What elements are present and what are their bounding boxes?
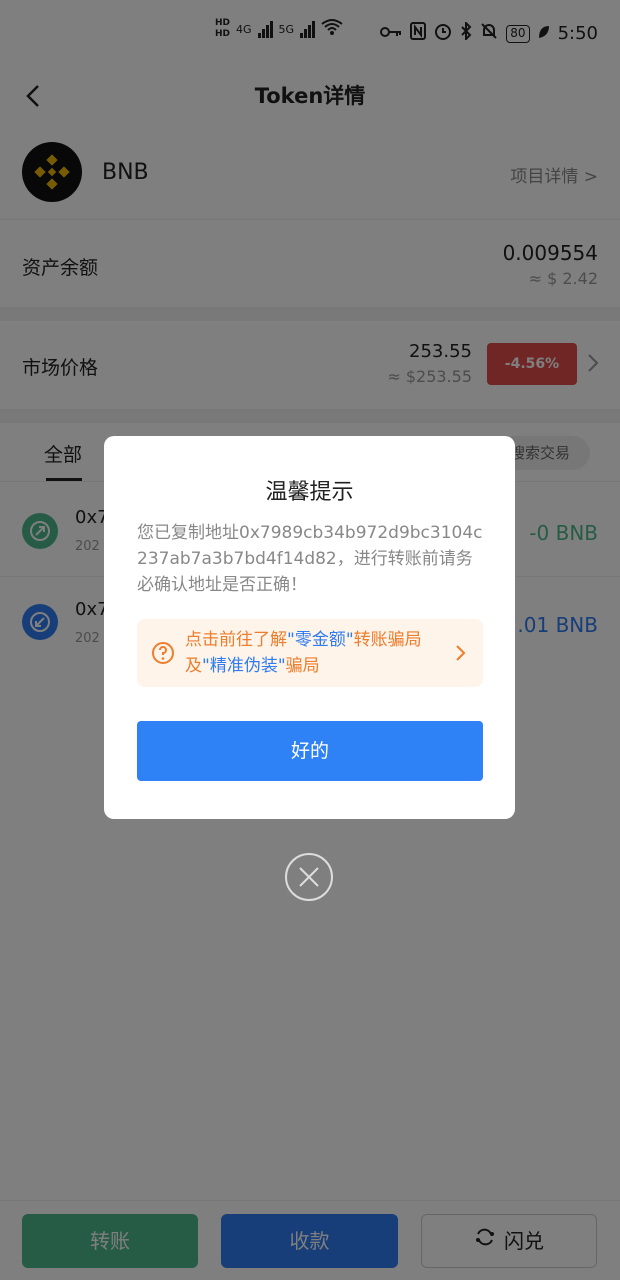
scam-info-text: 点击前往了解"零金额"转账骗局及"精准伪装"骗局: [185, 630, 422, 676]
dialog-message: 您已复制地址0x7989cb34b972d9bc3104c237ab7a3b7b…: [137, 523, 483, 595]
scam-info-link[interactable]: 点击前往了解"零金额"转账骗局及"精准伪装"骗局: [137, 619, 483, 687]
close-icon[interactable]: [284, 852, 334, 902]
chevron-right-icon: [455, 643, 467, 663]
question-circle-icon: [151, 641, 175, 665]
warning-dialog: 温馨提示 您已复制地址0x7989cb34b972d9bc3104c237ab7…: [104, 436, 515, 819]
ok-button[interactable]: 好的: [137, 721, 483, 781]
dialog-title: 温馨提示: [265, 480, 354, 505]
